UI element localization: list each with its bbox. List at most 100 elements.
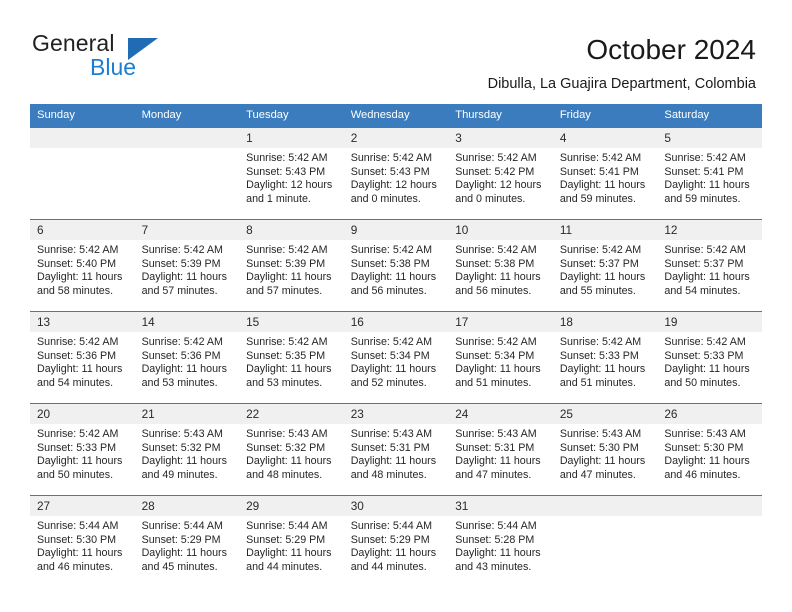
weekday-header-row: Sunday Monday Tuesday Wednesday Thursday…: [30, 104, 762, 128]
calendar-day-number: 7: [134, 220, 240, 240]
daylight-text-line1: Daylight: 11 hours: [350, 271, 437, 284]
calendar-day-details: Sunrise: 5:42 AM Sunset: 5:39 PM Daylight:…: [135, 240, 240, 298]
daylight-text-line2: and 46 minutes.: [37, 560, 114, 573]
sunrise-text: Sunrise: 5:42 AM: [559, 152, 642, 164]
sunset-text: Sunset: 5:31 PM: [455, 441, 535, 454]
sunrise-text: Sunrise: 5:42 AM: [37, 336, 119, 348]
sunrise-text: Sunrise: 5:42 AM: [141, 336, 223, 348]
daylight-text-line1: Daylight: 11 hours: [455, 455, 541, 468]
calendar-body: 1 Sunrise: 5:42 AM Sunset: 5:43 PM Daylight…: [30, 127, 762, 587]
sunset-text: Sunset: 5:29 PM: [350, 533, 430, 546]
calendar-day-cell[interactable]: 11 Sunrise: 5:42 AM Sunset: 5:37 PM Dayligh…: [552, 219, 658, 312]
sunrise-text: Sunrise: 5:42 AM: [664, 152, 746, 164]
sunset-text: Sunset: 5:36 PM: [141, 349, 221, 362]
calendar-day-cell[interactable]: 13 Sunrise: 5:42 AM Sunset: 5:36 PM Dayligh…: [30, 311, 135, 404]
calendar-day-cell[interactable]: 17 Sunrise: 5:42 AM Sunset: 5:34 PM Dayligh…: [448, 311, 553, 404]
sunrise-text: Sunrise: 5:42 AM: [664, 336, 746, 348]
sunrise-text: Sunrise: 5:42 AM: [559, 244, 642, 256]
daylight-text-line1: Daylight: 11 hours: [246, 455, 332, 468]
daylight-text-line2: and 43 minutes.: [455, 560, 532, 573]
sunrise-text: Sunrise: 5:44 AM: [37, 520, 119, 532]
daylight-text-line1: Daylight: 11 hours: [664, 455, 750, 468]
calendar-day-cell[interactable]: 25 Sunrise: 5:43 AM Sunset: 5:30 PM Dayligh…: [552, 403, 658, 496]
calendar-day-cell[interactable]: 12 Sunrise: 5:42 AM Sunset: 5:37 PM Dayligh…: [657, 219, 762, 312]
calendar-page: General Blue October 2024 Dibulla, La Gu…: [0, 0, 792, 612]
calendar-day-cell[interactable]: 8 Sunrise: 5:42 AM Sunset: 5:39 PM Daylight…: [239, 219, 344, 312]
daylight-text-line1: Daylight: 11 hours: [37, 455, 123, 468]
daylight-text-line1: Daylight: 11 hours: [559, 271, 646, 284]
sunset-text: Sunset: 5:34 PM: [350, 349, 430, 362]
calendar-day-details: Sunrise: 5:44 AM Sunset: 5:29 PM Daylight:…: [344, 516, 449, 574]
daylight-text-line2: and 51 minutes.: [455, 376, 532, 389]
calendar-day-cell[interactable]: 28 Sunrise: 5:44 AM Sunset: 5:29 PM Dayligh…: [134, 495, 240, 587]
daylight-text-line1: Daylight: 11 hours: [455, 363, 541, 376]
calendar-day-cell[interactable]: 10 Sunrise: 5:42 AM Sunset: 5:38 PM Dayligh…: [448, 219, 553, 312]
calendar-day-details: Sunrise: 5:42 AM Sunset: 5:42 PM Daylight:…: [448, 148, 553, 206]
calendar-day-cell[interactable]: 23 Sunrise: 5:43 AM Sunset: 5:31 PM Dayligh…: [343, 403, 449, 496]
sunset-text: Sunset: 5:30 PM: [664, 441, 744, 454]
calendar-day-cell[interactable]: 19 Sunrise: 5:42 AM Sunset: 5:33 PM Dayligh…: [657, 311, 762, 404]
sunrise-text: Sunrise: 5:42 AM: [350, 152, 433, 164]
calendar-day-cell[interactable]: 27 Sunrise: 5:44 AM Sunset: 5:30 PM Dayligh…: [30, 495, 135, 587]
daylight-text-line1: Daylight: 12 hours: [455, 179, 542, 192]
daylight-text-line1: Daylight: 11 hours: [455, 271, 541, 284]
calendar-day-details: [135, 148, 240, 152]
daylight-text-line2: and 0 minutes.: [350, 192, 421, 205]
calendar-day-details: Sunrise: 5:43 AM Sunset: 5:32 PM Daylight:…: [135, 424, 240, 482]
calendar-day-cell[interactable]: 18 Sunrise: 5:42 AM Sunset: 5:33 PM Dayligh…: [552, 311, 658, 404]
calendar-day-cell[interactable]: 16 Sunrise: 5:42 AM Sunset: 5:34 PM Dayligh…: [343, 311, 449, 404]
calendar-day-number: 14: [134, 312, 240, 332]
weekday-header-tuesday: Tuesday: [239, 104, 344, 128]
calendar-day-cell[interactable]: 14 Sunrise: 5:42 AM Sunset: 5:36 PM Dayligh…: [134, 311, 240, 404]
sunset-text: Sunset: 5:43 PM: [350, 165, 430, 178]
sunrise-text: Sunrise: 5:42 AM: [37, 428, 119, 440]
calendar-day-number: 4: [552, 128, 658, 148]
calendar-day-cell[interactable]: 22 Sunrise: 5:43 AM Sunset: 5:32 PM Dayligh…: [239, 403, 344, 496]
calendar-day-cell[interactable]: 29 Sunrise: 5:44 AM Sunset: 5:29 PM Dayligh…: [239, 495, 344, 587]
page-subtitle: Dibulla, La Guajira Department, Colombia: [487, 76, 756, 92]
sunset-text: Sunset: 5:36 PM: [37, 349, 117, 362]
calendar-day-cell[interactable]: 1 Sunrise: 5:42 AM Sunset: 5:43 PM Daylight…: [239, 127, 344, 220]
weekday-header-friday: Friday: [552, 104, 658, 128]
calendar-day-cell[interactable]: 26 Sunrise: 5:43 AM Sunset: 5:30 PM Dayligh…: [657, 403, 762, 496]
daylight-text-line1: Daylight: 11 hours: [455, 547, 541, 560]
calendar-day-cell[interactable]: 20 Sunrise: 5:42 AM Sunset: 5:33 PM Dayligh…: [30, 403, 135, 496]
sunset-text: Sunset: 5:39 PM: [141, 257, 221, 270]
daylight-text-line2: and 48 minutes.: [350, 468, 427, 481]
calendar-day-number: 11: [552, 220, 658, 240]
calendar-day-cell[interactable]: 4 Sunrise: 5:42 AM Sunset: 5:41 PM Daylight…: [552, 127, 658, 220]
calendar-day-cell[interactable]: 6 Sunrise: 5:42 AM Sunset: 5:40 PM Daylight…: [30, 219, 135, 312]
calendar-day-cell[interactable]: 21 Sunrise: 5:43 AM Sunset: 5:32 PM Dayligh…: [134, 403, 240, 496]
calendar-day-details: Sunrise: 5:42 AM Sunset: 5:38 PM Daylight:…: [448, 240, 553, 298]
calendar-day-number: 22: [239, 404, 344, 424]
sunrise-text: Sunrise: 5:42 AM: [141, 244, 223, 256]
daylight-text-line1: Daylight: 11 hours: [246, 271, 332, 284]
calendar-day-number: 20: [30, 404, 135, 424]
calendar-day-cell-empty: [134, 127, 240, 220]
calendar-day-cell[interactable]: 9 Sunrise: 5:42 AM Sunset: 5:38 PM Daylight…: [343, 219, 449, 312]
sunset-text: Sunset: 5:38 PM: [350, 257, 430, 270]
calendar-day-details: Sunrise: 5:42 AM Sunset: 5:39 PM Daylight:…: [239, 240, 344, 298]
calendar-day-cell[interactable]: 31 Sunrise: 5:44 AM Sunset: 5:28 PM Dayligh…: [448, 495, 553, 587]
calendar-day-details: Sunrise: 5:42 AM Sunset: 5:43 PM Daylight:…: [344, 148, 449, 206]
calendar-day-cell[interactable]: 5 Sunrise: 5:42 AM Sunset: 5:41 PM Daylight…: [657, 127, 762, 220]
daylight-text-line1: Daylight: 12 hours: [246, 179, 333, 192]
calendar-day-cell[interactable]: 24 Sunrise: 5:43 AM Sunset: 5:31 PM Dayligh…: [448, 403, 553, 496]
calendar-day-cell[interactable]: 15 Sunrise: 5:42 AM Sunset: 5:35 PM Dayligh…: [239, 311, 344, 404]
calendar-day-number: 12: [657, 220, 762, 240]
sunset-text: Sunset: 5:32 PM: [246, 441, 326, 454]
sunset-text: Sunset: 5:42 PM: [455, 165, 535, 178]
daylight-text-line2: and 53 minutes.: [246, 376, 323, 389]
sunrise-text: Sunrise: 5:42 AM: [455, 244, 537, 256]
calendar-week-row: 13 Sunrise: 5:42 AM Sunset: 5:36 PM Dayligh…: [30, 311, 762, 404]
calendar-day-cell[interactable]: 7 Sunrise: 5:42 AM Sunset: 5:39 PM Daylight…: [134, 219, 240, 312]
daylight-text-line1: Daylight: 11 hours: [141, 547, 227, 560]
calendar-day-cell[interactable]: 2 Sunrise: 5:42 AM Sunset: 5:43 PM Daylight…: [343, 127, 449, 220]
generalblue-logo[interactable]: General Blue: [32, 30, 252, 88]
calendar-day-details: Sunrise: 5:43 AM Sunset: 5:31 PM Daylight:…: [344, 424, 449, 482]
calendar-week-row: 27 Sunrise: 5:44 AM Sunset: 5:30 PM Dayligh…: [30, 495, 762, 587]
calendar-day-number: [134, 128, 240, 148]
calendar-day-cell[interactable]: 3 Sunrise: 5:42 AM Sunset: 5:42 PM Daylight…: [448, 127, 553, 220]
calendar-week-row: 6 Sunrise: 5:42 AM Sunset: 5:40 PM Daylight…: [30, 219, 762, 312]
calendar-day-cell[interactable]: 30 Sunrise: 5:44 AM Sunset: 5:29 PM Dayligh…: [343, 495, 449, 587]
